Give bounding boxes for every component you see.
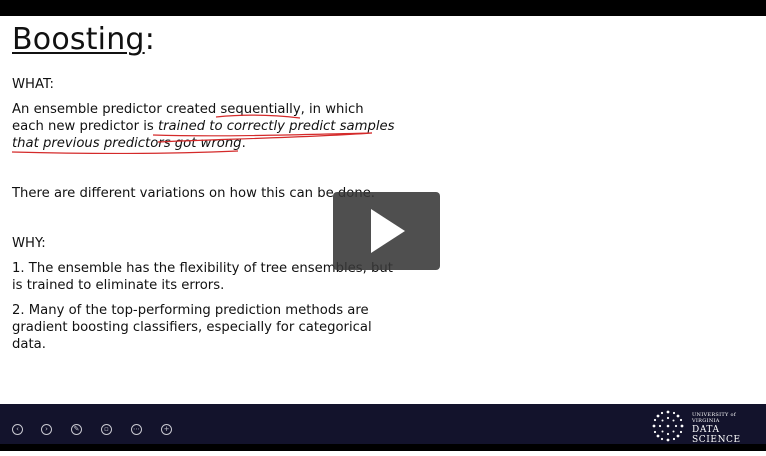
what-line-3: that previous predictors got wrong. — [12, 135, 246, 152]
zoom-icon[interactable]: + — [161, 424, 172, 435]
what-line-3-italic: that previous predictors got wrong — [12, 136, 242, 151]
point-1-line-2: is trained to eliminate its errors. — [12, 278, 225, 293]
more-icon[interactable]: ⋯ — [131, 424, 142, 435]
logo-university: UNIVERSITY of VIRGINIA — [692, 412, 736, 424]
slides-icon[interactable]: ▫ — [101, 424, 112, 435]
pen-icon[interactable]: ✎ — [71, 424, 82, 435]
why-heading: WHY: — [12, 236, 46, 251]
what-line-2-plain: each new predictor is — [12, 119, 158, 134]
point-2-line-2: gradient boosting classifiers, especiall… — [12, 320, 372, 335]
previous-icon[interactable]: ‹ — [12, 424, 23, 435]
player-control-bar: ‹ › ✎ ▫ ⋯ + UNIVERSITY of VIRGINIA DATA … — [0, 404, 766, 456]
bottom-black-strip — [0, 444, 766, 451]
what-line-2: each new predictor is trained to correct… — [12, 118, 394, 135]
point-2-line-1: 2. Many of the top-performing prediction… — [12, 303, 369, 318]
what-line-3-end: . — [241, 136, 246, 151]
logo-data-science: DATA SCIENCE — [692, 425, 741, 445]
slide-title-text: Boosting — [12, 22, 145, 57]
play-button[interactable] — [333, 192, 440, 270]
top-black-bar — [0, 0, 766, 16]
variations-text: There are different variations on how th… — [12, 186, 375, 201]
play-icon — [371, 209, 405, 253]
uva-data-science-logo: UNIVERSITY of VIRGINIA DATA SCIENCE INST… — [648, 408, 762, 456]
what-line-1: An ensemble predictor created sequential… — [12, 102, 364, 117]
slide-title: Boosting: — [12, 22, 155, 57]
starburst-icon — [652, 410, 684, 442]
what-heading: WHAT: — [12, 77, 55, 92]
next-icon[interactable]: › — [41, 424, 52, 435]
what-line-2-italic: trained to correctly predict samples — [157, 119, 395, 134]
point-2-line-3: data. — [12, 337, 46, 352]
slide-title-colon: : — [144, 22, 155, 57]
